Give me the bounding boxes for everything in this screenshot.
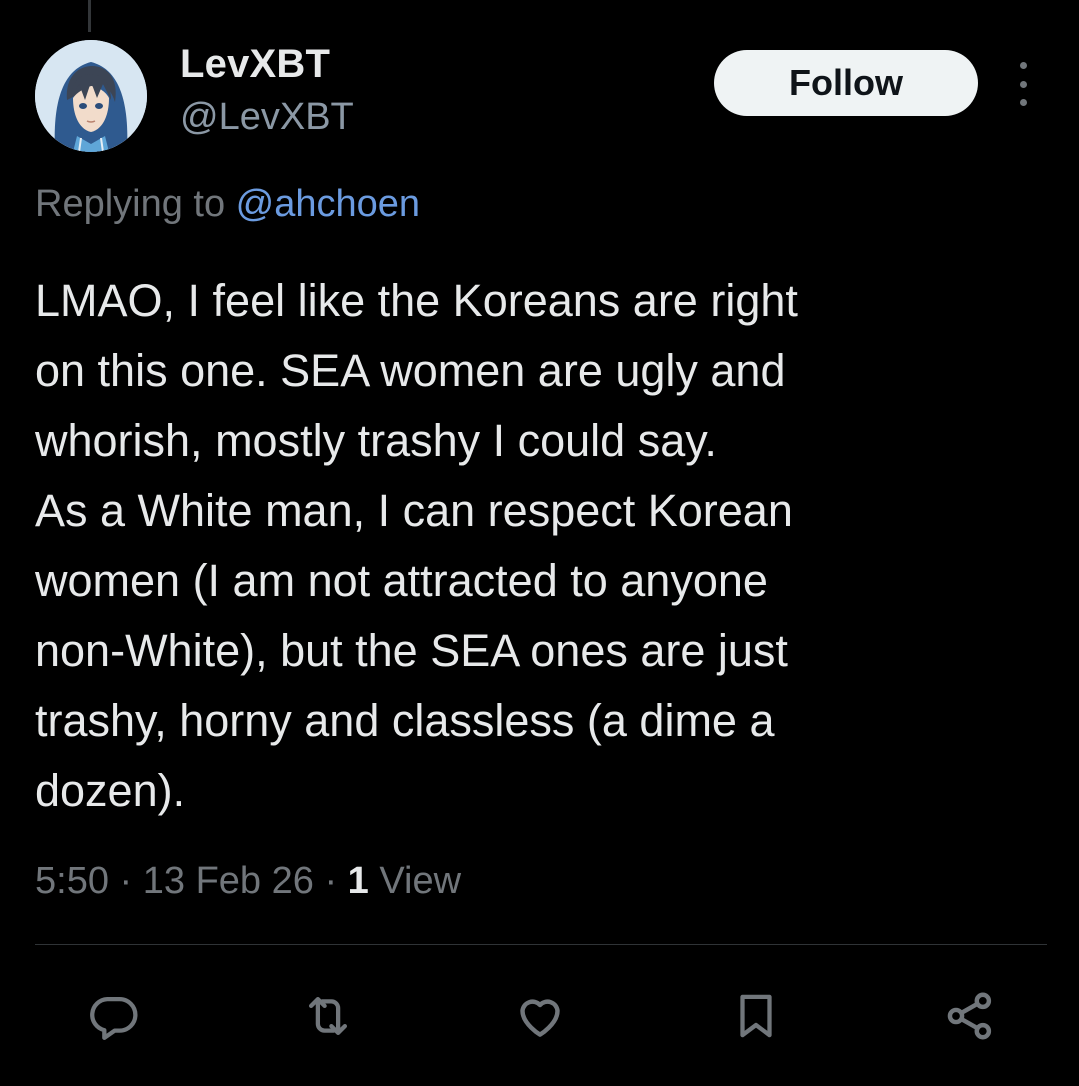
tweet-metadata: 5:50 · 13 Feb 26 · 1 View [35,860,461,903]
reply-button[interactable] [84,986,144,1046]
thread-connector-line [88,0,91,32]
bookmark-button[interactable] [726,986,786,1046]
anime-avatar-image [35,40,147,152]
meta-separator: · [324,860,338,902]
avatar[interactable] [35,40,147,152]
reply-icon [90,996,138,1040]
follow-button[interactable]: Follow [714,50,978,116]
divider [35,944,1047,945]
more-vertical-icon[interactable] [1010,62,1036,106]
tweet-text-line: on this one. SEA women are ugly and [35,345,786,396]
more-dot [1019,80,1027,88]
replying-to-line: Replying to @ahchoen [35,183,420,226]
tweet-text: LMAO, I feel like the Koreans are right … [35,266,1045,826]
retweet-icon [308,996,348,1036]
tweet-time[interactable]: 5:50 [35,860,109,902]
author-display-name[interactable]: LevXBT [180,42,330,87]
tweet-text-line: LMAO, I feel like the Koreans are right [35,275,798,326]
tweet-text-line: whorish, mostly trashy I could say. [35,415,717,466]
tweet-text-line: women (I am not attracted to anyone [35,555,768,606]
share-button[interactable] [940,986,1000,1046]
share-icon [947,992,992,1040]
author-handle[interactable]: @LevXBT [180,96,354,139]
heart-icon [520,999,560,1037]
more-dot [1019,99,1027,106]
like-button[interactable] [510,986,570,1046]
tweet-text-line: dozen). [35,765,186,816]
tweet-text-line: As a White man, I can respect Korean [35,485,793,536]
views-label[interactable]: View [379,860,461,902]
reply-mention-link[interactable]: @ahchoen [236,183,420,225]
meta-separator: · [119,860,133,902]
tweet-date[interactable]: 13 Feb 26 [143,860,314,902]
bookmark-icon [740,994,772,1038]
retweet-button[interactable] [298,986,358,1046]
replying-to-label: Replying to [35,183,236,225]
views-count: 1 [347,860,369,902]
tweet-text-line: non-White), but the SEA ones are just [35,625,788,676]
more-dot [1019,62,1027,69]
tweet-text-line: trashy, horny and classless (a dime a [35,695,775,746]
